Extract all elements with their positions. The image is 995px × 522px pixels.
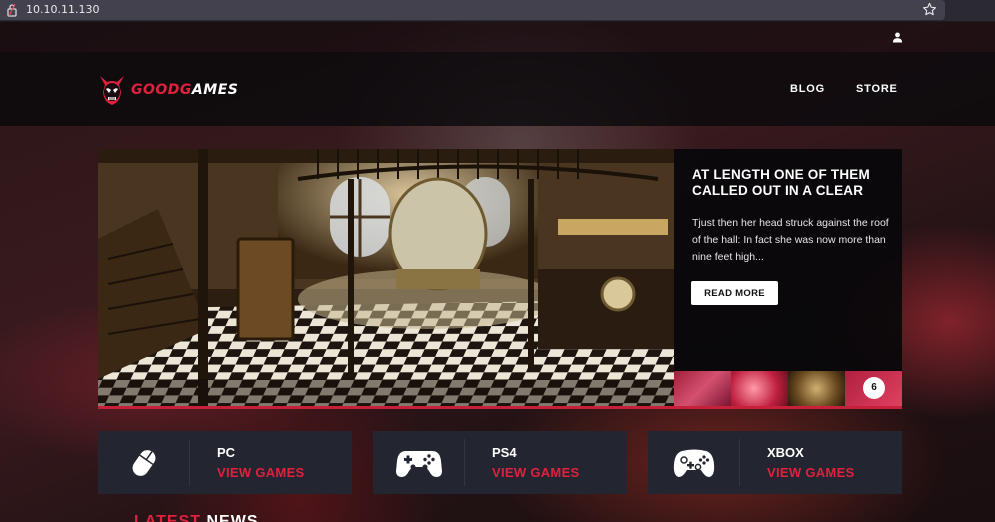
platform-name: XBOX: [767, 445, 804, 460]
thumb-count-badge: 6: [863, 377, 885, 399]
mouse-icon: [132, 449, 155, 476]
platform-name: PC: [217, 445, 236, 460]
card-divider: [739, 439, 740, 486]
bookmark-star-icon[interactable]: [922, 2, 937, 17]
latest-news-heading: LATEST NEWS: [134, 513, 258, 522]
slide-excerpt: Tjust then her head struck against the r…: [692, 217, 889, 263]
slider-thumbnails: 6: [674, 371, 902, 406]
url-text[interactable]: 10.10.11.130: [26, 3, 99, 16]
card-icon-wrap: [648, 431, 739, 494]
slide-artwork: [98, 149, 674, 406]
browser-toolbar: 10.10.11.130: [0, 0, 995, 22]
view-games-link-xbox[interactable]: VIEW GAMES: [767, 465, 855, 480]
skull-logo-icon: [100, 76, 124, 105]
logo-text-ames: AMES: [191, 82, 239, 98]
featured-slider: AT LENGTH ONE OF THEM CALLED OUT IN A CL…: [98, 149, 902, 409]
slider-thumb[interactable]: [731, 371, 788, 406]
view-games-link-pc[interactable]: VIEW GAMES: [217, 465, 305, 480]
user-icon[interactable]: [892, 32, 903, 43]
slider-thumb-more[interactable]: 6: [845, 371, 902, 406]
platform-card-pc[interactable]: PC VIEW GAMES: [98, 431, 352, 494]
logo-text: GOODGAMES: [131, 82, 238, 98]
view-games-link-ps4[interactable]: VIEW GAMES: [492, 465, 580, 480]
slide-title[interactable]: AT LENGTH ONE OF THEM CALLED OUT IN A CL…: [692, 167, 892, 199]
site-header: GOODGAMES BLOG STORE: [0, 52, 995, 126]
address-bar[interactable]: 10.10.11.130: [0, 0, 945, 20]
card-icon-wrap: [98, 431, 189, 494]
nav-blog-link[interactable]: BLOG: [790, 83, 825, 95]
logo-text-good: GOOD: [131, 82, 180, 98]
heading-latest: LATEST: [134, 513, 202, 522]
slider-thumb[interactable]: [788, 371, 845, 406]
nav-store-link[interactable]: STORE: [856, 83, 898, 95]
platform-name: PS4: [492, 445, 517, 460]
slide-image[interactable]: [98, 149, 674, 406]
slider-thumb[interactable]: [674, 371, 731, 406]
lock-icon[interactable]: [6, 3, 18, 17]
gamepad-icon: [395, 450, 442, 477]
platform-card-ps4[interactable]: PS4 VIEW GAMES: [373, 431, 627, 494]
heading-news: NEWS: [206, 513, 259, 522]
logo-text-g: G: [179, 82, 192, 98]
card-divider: [464, 439, 465, 486]
platform-card-xbox[interactable]: XBOX VIEW GAMES: [648, 431, 902, 494]
read-more-button[interactable]: READ MORE: [691, 281, 778, 305]
card-divider: [189, 439, 190, 486]
top-bar: [0, 22, 995, 52]
card-icon-wrap: [373, 431, 464, 494]
slide-caption-panel: AT LENGTH ONE OF THEM CALLED OUT IN A CL…: [674, 149, 902, 371]
xbox-controller-icon: [673, 449, 714, 477]
site-logo[interactable]: GOODGAMES: [97, 70, 238, 110]
